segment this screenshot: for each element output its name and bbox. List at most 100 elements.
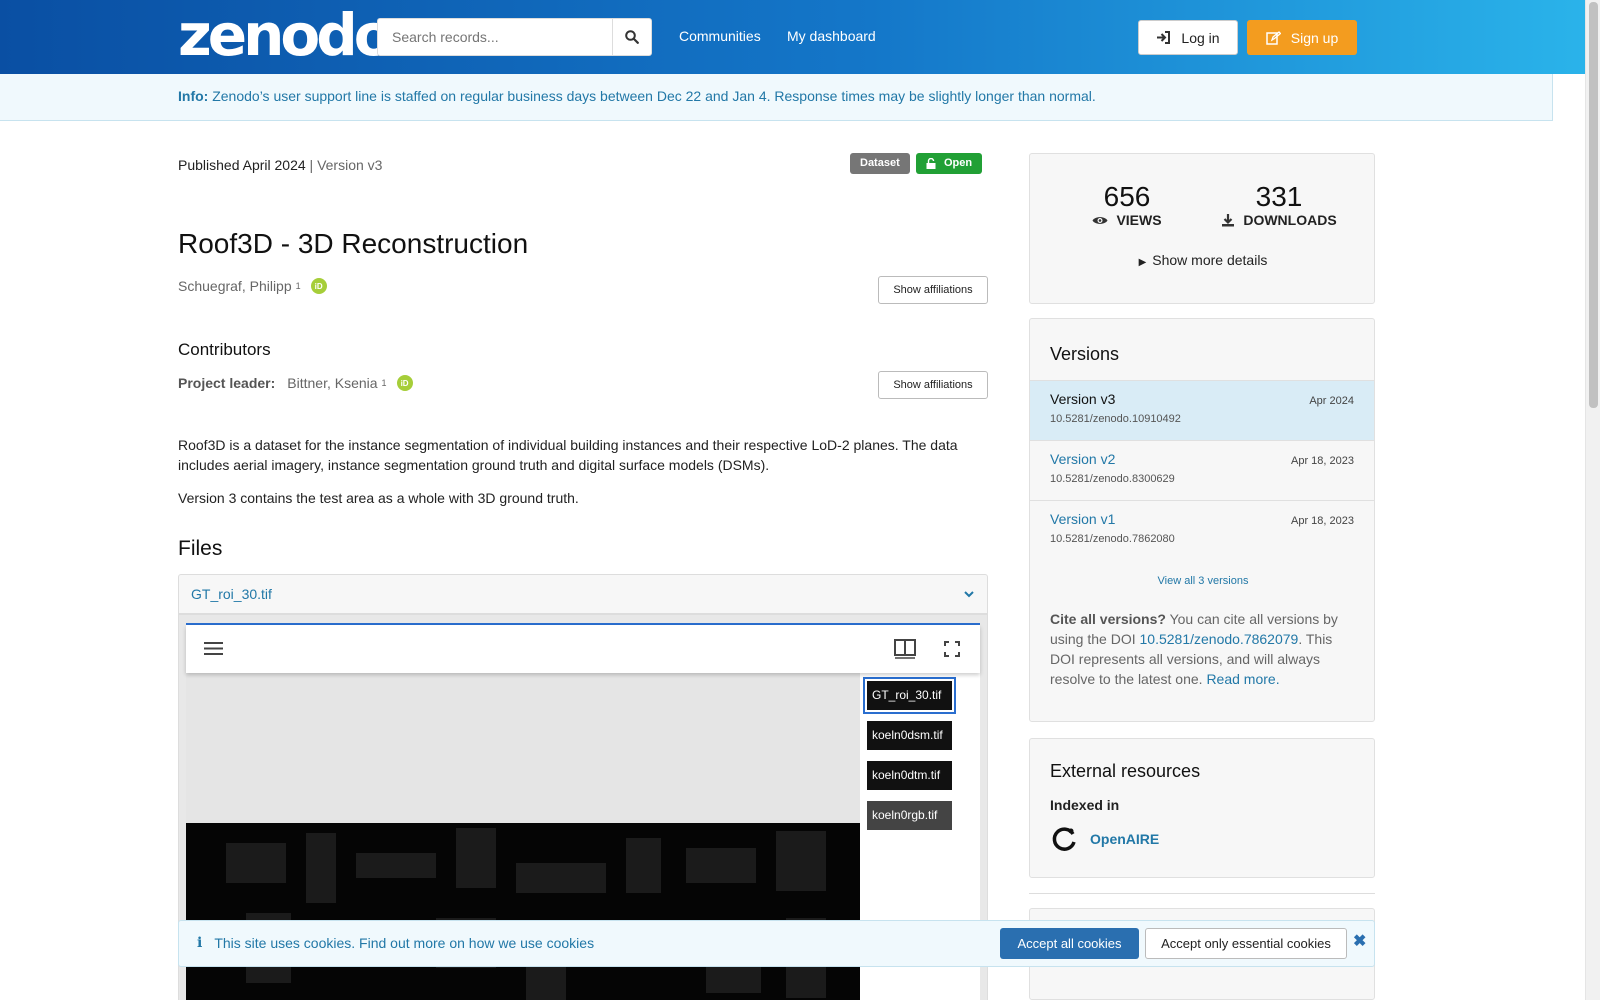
- contributor-role: Project leader:: [178, 375, 276, 391]
- version-doi: 10.5281/zenodo.7862080: [1050, 533, 1175, 545]
- thumbnail-rgb[interactable]: koeln0rgb.tif: [867, 801, 952, 830]
- contributor-affiliation-number: 1: [381, 378, 387, 388]
- version-date: Apr 18, 2023: [1291, 455, 1354, 467]
- edit-icon: [1266, 30, 1281, 45]
- access-badge-label: Open: [944, 157, 973, 169]
- signup-label: Sign up: [1290, 29, 1339, 46]
- version-date: Apr 2024: [1309, 395, 1354, 407]
- cookie-policy-link[interactable]: how we use cookies: [469, 935, 594, 951]
- thumbnail-dtm[interactable]: koeln0dtm.tif: [867, 761, 952, 790]
- zenodo-logo[interactable]: zenodo: [178, 6, 394, 64]
- creator-name[interactable]: Schuegraf, Philipp: [178, 278, 292, 294]
- creator: Schuegraf, Philipp 1 iD: [178, 278, 327, 294]
- resource-type-badge: Dataset: [850, 153, 910, 174]
- show-more-details[interactable]: ▶ Show more details: [1030, 252, 1376, 268]
- nav-my-dashboard[interactable]: My dashboard: [787, 28, 876, 44]
- scrollbar-thumb[interactable]: [1589, 2, 1598, 408]
- record-title: Roof3D - 3D Reconstruction: [178, 228, 529, 259]
- aerial-image-preview[interactable]: [186, 823, 860, 1000]
- record-description: Roof3D is a dataset for the instance seg…: [178, 435, 978, 521]
- thumbnail-dsm[interactable]: koeln0dsm.tif: [867, 721, 952, 750]
- eye-icon: [1092, 216, 1108, 224]
- menu-icon[interactable]: [204, 641, 223, 656]
- close-icon[interactable]: ✖: [1353, 931, 1366, 951]
- openaire-link[interactable]: OpenAIRE: [1050, 825, 1159, 853]
- search-input[interactable]: [377, 18, 612, 56]
- login-label: Log in: [1181, 29, 1220, 46]
- search-button[interactable]: [612, 18, 652, 56]
- version-item[interactable]: Version v1 Apr 18, 2023 10.5281/zenodo.7…: [1030, 500, 1374, 560]
- fullscreen-icon[interactable]: [944, 641, 960, 657]
- versions-card: Versions Version v3 Apr 2024 10.5281/zen…: [1029, 318, 1375, 722]
- viewer-toolbar: [186, 625, 980, 673]
- views-stat: 656 VIEWS: [1092, 182, 1162, 228]
- login-button[interactable]: Log in: [1138, 20, 1238, 55]
- show-contributor-affiliations-button[interactable]: Show affiliations: [878, 371, 988, 399]
- orcid-icon[interactable]: iD: [310, 278, 327, 294]
- files-heading: Files: [178, 537, 223, 560]
- published-date: Published April 2024: [178, 157, 306, 173]
- signup-button[interactable]: Sign up: [1247, 20, 1357, 55]
- unlock-icon: [926, 158, 936, 169]
- cookie-message: i This site uses cookies. Find out more …: [197, 935, 594, 951]
- description-paragraph: Roof3D is a dataset for the instance seg…: [178, 437, 958, 473]
- cookie-banner: i This site uses cookies. Find out more …: [178, 920, 1375, 967]
- version-doi: 10.5281/zenodo.10910492: [1050, 413, 1181, 425]
- separator: |: [309, 157, 314, 173]
- nav-communities[interactable]: Communities: [679, 28, 761, 44]
- downloads-stat: 331 DOWNLOADS: [1220, 182, 1338, 228]
- stats-card: 656 VIEWS 331 DOWNLOADS ▶ Show more detai…: [1029, 153, 1375, 304]
- external-resources-heading: External resources: [1050, 761, 1201, 781]
- download-icon: [1222, 214, 1235, 227]
- version-date: Apr 18, 2023: [1291, 515, 1354, 527]
- version-label: Version v3: [317, 157, 383, 173]
- page-scrollbar[interactable]: [1585, 0, 1600, 1000]
- search-icon: [625, 30, 639, 44]
- show-more-label: Show more details: [1152, 252, 1268, 268]
- book-view-icon[interactable]: [894, 639, 916, 659]
- show-affiliations-button[interactable]: Show affiliations: [878, 276, 988, 304]
- downloads-count: 331: [1255, 181, 1303, 212]
- selected-file-name: GT_roi_30.tif: [191, 586, 272, 602]
- versions-heading: Versions: [1050, 344, 1120, 364]
- thumbnail-gt-roi[interactable]: GT_roi_30.tif: [863, 677, 956, 714]
- file-accordion-header[interactable]: GT_roi_30.tif: [178, 574, 988, 614]
- building-footprint-image: [226, 828, 826, 1000]
- publication-line: Published April 2024 | Version v3: [178, 157, 382, 173]
- views-count: 656: [1103, 181, 1151, 212]
- caret-right-icon: ▶: [1138, 257, 1147, 268]
- chevron-down-icon: [964, 591, 974, 598]
- version-item[interactable]: Version v3 Apr 2024 10.5281/zenodo.10910…: [1030, 380, 1374, 440]
- external-resources-card: External resources Indexed in OpenAIRE: [1029, 738, 1375, 878]
- image-canvas-background[interactable]: [186, 673, 860, 823]
- openaire-logo-icon: [1052, 827, 1076, 851]
- downloads-label: DOWNLOADS: [1243, 212, 1337, 228]
- contributor-name[interactable]: Bittner, Ksenia: [287, 375, 377, 391]
- version-doi: 10.5281/zenodo.8300629: [1050, 473, 1175, 485]
- views-label: VIEWS: [1116, 212, 1162, 228]
- access-badge: Open: [916, 153, 983, 174]
- search-bar: [377, 18, 652, 56]
- orcid-icon[interactable]: iD: [396, 375, 413, 391]
- cite-heading: Cite all versions?: [1050, 611, 1166, 627]
- version-item[interactable]: Version v2 Apr 18, 2023 10.5281/zenodo.8…: [1030, 440, 1374, 500]
- sign-in-icon: [1157, 31, 1171, 44]
- divider: [1029, 893, 1375, 894]
- cookie-text: This site uses cookies. Find out more on: [214, 935, 469, 951]
- view-all-versions-link[interactable]: View all 3 versions: [1030, 575, 1376, 587]
- openaire-label: OpenAIRE: [1090, 831, 1160, 847]
- info-banner: Info: Zenodo’s user support line is staf…: [0, 74, 1553, 121]
- concept-doi-link[interactable]: 10.5281/zenodo.7862079: [1140, 631, 1299, 647]
- cite-all-versions: Cite all versions? You can cite all vers…: [1050, 609, 1360, 689]
- accept-all-cookies-button[interactable]: Accept all cookies: [1000, 928, 1139, 959]
- creator-affiliation-number: 1: [295, 281, 301, 291]
- info-text: Zenodo’s user support line is staffed on…: [212, 88, 1096, 104]
- read-more-link[interactable]: Read more.: [1206, 671, 1279, 687]
- indexed-in-label: Indexed in: [1050, 797, 1120, 813]
- top-header: zenodo Communities My dashboard Log in S…: [0, 0, 1585, 74]
- description-paragraph: Version 3 contains the test area as a wh…: [178, 490, 579, 506]
- contributors-heading: Contributors: [178, 340, 271, 359]
- accept-essential-cookies-button[interactable]: Accept only essential cookies: [1145, 928, 1347, 959]
- info-label: Info:: [178, 88, 209, 104]
- contributor: Project leader: Bittner, Ksenia 1 iD: [178, 375, 413, 391]
